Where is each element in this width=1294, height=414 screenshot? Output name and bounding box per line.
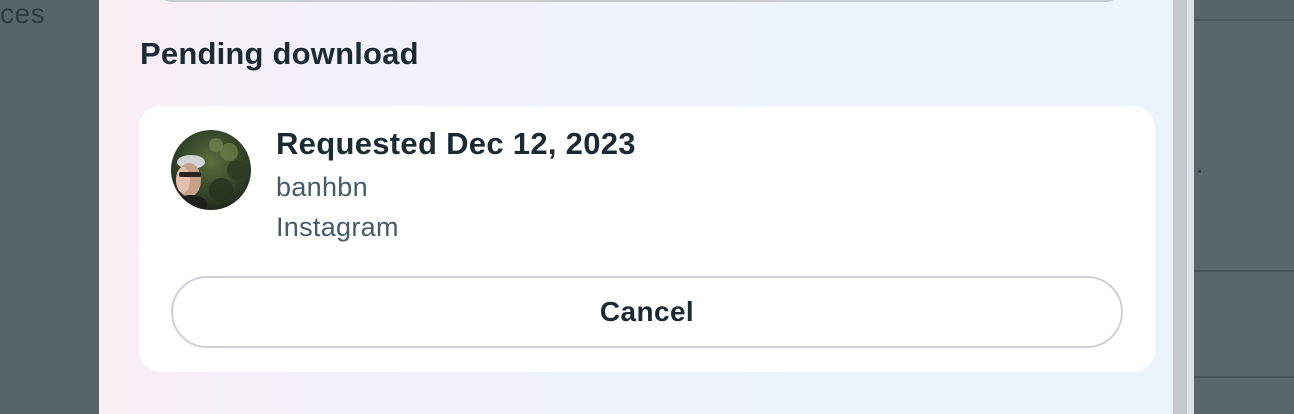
background-dot	[1198, 170, 1201, 173]
background-divider	[1194, 376, 1294, 378]
previous-section-field	[156, 0, 1122, 2]
background-divider	[1194, 19, 1294, 21]
background-page-text: ces	[0, 0, 46, 29]
cancel-button[interactable]: Cancel	[171, 276, 1123, 348]
modal-scrollbar[interactable]	[1173, 0, 1187, 414]
account-app: Instagram	[276, 212, 399, 242]
account-username: banhbn	[276, 172, 368, 202]
background-divider	[1194, 270, 1294, 272]
modal-edge	[1187, 0, 1194, 414]
avatar	[171, 130, 251, 210]
background-right-panel	[1194, 20, 1294, 414]
profile-photo-icon	[171, 130, 251, 210]
section-title: Pending download	[140, 36, 419, 71]
request-date-title: Requested Dec 12, 2023	[276, 126, 636, 161]
